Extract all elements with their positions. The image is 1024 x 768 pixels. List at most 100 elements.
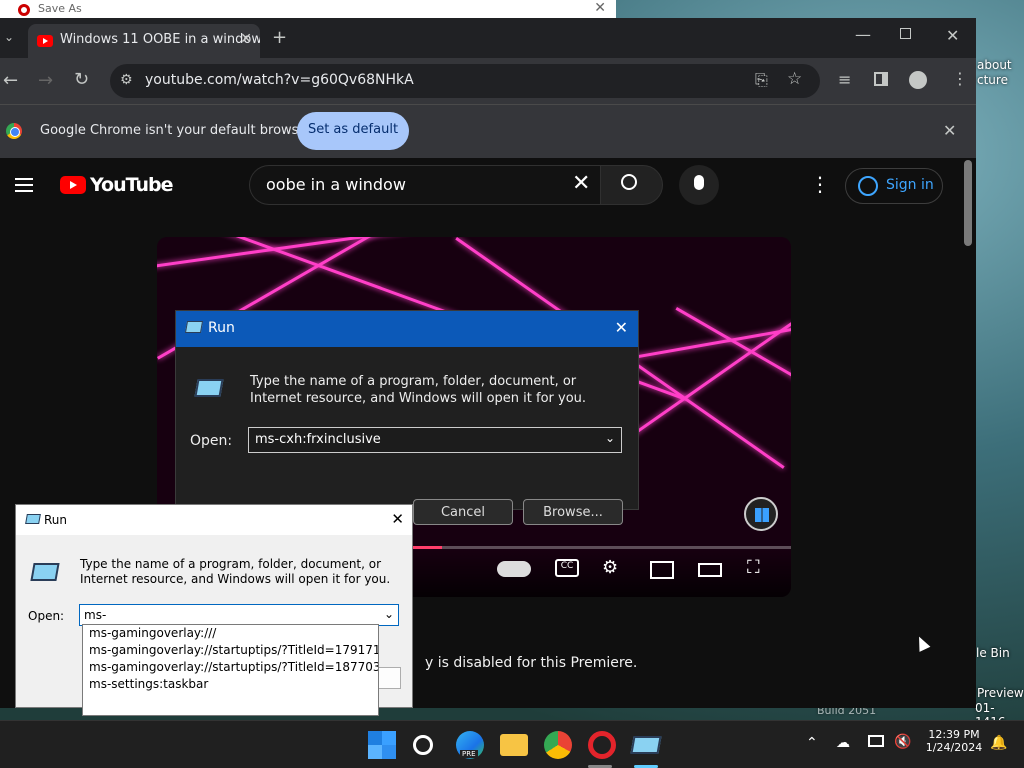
url-text: youtube.com/watch?v=g60Qv68NHkA [145,72,414,88]
autocomplete-item[interactable]: ms-gamingoverlay:/// [83,625,378,642]
video-run-open-label: Open: [190,433,233,449]
forward-icon[interactable]: → [38,72,53,90]
back-icon[interactable]: ← [3,72,18,90]
video-run-dialog: Run ✕ Type the name of a program, folder… [175,310,639,510]
volume-muted-icon[interactable]: 🔇 [894,734,911,750]
chevron-down-icon[interactable]: ⌄ [384,607,394,621]
account-icon [858,176,878,196]
set-default-button[interactable]: Set as default [297,112,409,150]
windows-logo-icon [755,508,769,522]
window-close-icon[interactable]: ✕ [946,28,959,44]
profile-icon[interactable] [909,71,927,89]
site-info-icon[interactable]: ⚙ [120,73,133,87]
desktop-label: about [977,58,1012,72]
bookmark-star-icon[interactable]: ☆ [787,71,802,88]
opera-taskbar-icon[interactable] [588,731,616,759]
search-icon [621,174,637,190]
file-explorer-icon[interactable] [500,734,528,756]
captions-icon[interactable]: CC [555,559,579,577]
video-run-titlebar: Run ✕ [176,311,638,347]
youtube-logo-icon[interactable] [60,176,86,194]
new-tab-icon[interactable]: + [272,29,287,47]
save-as-window[interactable]: Save As ✕ [0,0,616,20]
mic-icon [694,175,704,190]
network-icon[interactable] [868,735,884,747]
clock-date: 1/24/2024 [925,741,983,754]
install-app-icon[interactable]: ⎘ [755,72,768,88]
search-button[interactable] [600,165,663,205]
close-tab-icon[interactable]: ✕ [240,31,252,47]
taskbar: PRE ⌃ ☁ 🔇 12:39 PM 1/24/2024 🔔 [0,720,1024,768]
run-open-input-value: ms- [84,608,107,622]
premiere-message: y is disabled for this Premiere. [425,655,638,671]
clear-search-icon[interactable]: ✕ [572,173,590,195]
run-titlebar[interactable]: Run ✕ [16,505,412,535]
recycle-bin-label[interactable]: le Bin [976,646,1010,660]
run-title: Run [44,513,68,527]
autocomplete-item[interactable]: ms-gamingoverlay://startuptips/?TitleId=… [83,659,378,676]
tab-strip: ⌄ Windows 11 OOBE in a window ✕ + — ✕ [0,18,976,58]
onedrive-icon[interactable]: ☁ [836,735,850,751]
media-controls-icon[interactable]: ≡ [838,72,851,88]
autocomplete-item[interactable]: ms-gamingoverlay://startuptips/?TitleId=… [83,642,378,659]
side-panel-icon[interactable] [874,72,888,86]
reload-icon[interactable]: ↻ [74,71,89,89]
edge-icon[interactable]: PRE [456,731,484,759]
edge-badge: PRE [460,750,478,758]
close-icon[interactable]: ✕ [594,0,606,16]
tab-search-icon[interactable]: ⌄ [4,31,14,43]
clock-time: 12:39 PM [928,728,980,741]
desktop-label: cture [977,73,1008,87]
hamburger-menu-icon[interactable] [15,178,33,192]
opera-icon [18,4,30,16]
search-input[interactable]: oobe in a window [249,165,601,205]
run-icon [194,379,224,397]
video-browse-button: Browse... [523,499,623,525]
video-run-title: Run [208,320,235,336]
miniplayer-icon[interactable] [650,561,674,579]
browse-button-edge[interactable] [376,667,401,689]
run-icon [30,563,60,581]
neon-line [627,322,791,440]
menu-dots-icon[interactable]: ⋮ [952,71,968,87]
run-icon [25,514,41,524]
autocomplete-item[interactable]: ms-settings:taskbar [83,676,378,693]
show-hidden-icons-icon[interactable]: ⌃ [806,735,818,751]
channel-watermark-icon[interactable] [744,497,778,531]
run-close-icon[interactable]: ✕ [391,510,404,528]
run-open-input[interactable]: ms- ⌄ [79,604,399,626]
run-icon [184,321,204,333]
autoplay-toggle[interactable] [497,561,531,577]
chrome-taskbar-icon[interactable] [544,731,572,759]
close-icon: ✕ [614,318,628,337]
run-description: Type the name of a program, folder, docu… [80,557,391,586]
video-run-description: Type the name of a program, folder, docu… [250,374,587,406]
notifications-bell-icon[interactable]: 🔔 [990,735,1007,751]
toolbar: ← → ↻ ⚙ youtube.com/watch?v=g60Qv68NHkA … [0,58,976,104]
start-icon[interactable] [368,731,396,759]
youtube-logo-text[interactable]: YouTube [90,174,173,196]
save-as-title: Save As [38,2,82,15]
settings-gear-icon[interactable]: ⚙ [602,557,618,578]
search-icon[interactable] [413,735,433,755]
infobar-close-icon[interactable]: ✕ [943,123,956,139]
clock[interactable]: 12:39 PM 1/24/2024 [918,728,990,754]
minimize-icon[interactable]: — [855,27,871,43]
page-scrollbar[interactable] [964,160,972,246]
chrome-icon [6,123,22,139]
run-taskbar-icon[interactable] [630,736,662,754]
video-run-input-value: ms-cxh:frxinclusive [255,432,381,447]
video-run-input: ms-cxh:frxinclusive ⌄ [248,427,622,453]
address-bar[interactable]: ⚙ youtube.com/watch?v=g60Qv68NHkA ⎘ ☆ [110,64,820,98]
tab-title: Windows 11 OOBE in a window [60,32,260,47]
sign-in-button[interactable]: Sign in [845,168,943,204]
maximize-icon[interactable] [900,28,911,39]
sign-in-label: Sign in [886,177,934,193]
fullscreen-icon[interactable]: ⛶ [747,557,760,578]
run-open-label: Open: [28,609,65,623]
theater-mode-icon[interactable] [698,563,722,577]
voice-search-button[interactable] [679,165,719,205]
autocomplete-list: ms-gamingoverlay:/// ms-gamingoverlay://… [82,624,379,716]
tab-youtube[interactable]: Windows 11 OOBE in a window ✕ [28,24,260,58]
settings-dots-icon[interactable]: ⋮ [810,174,830,194]
